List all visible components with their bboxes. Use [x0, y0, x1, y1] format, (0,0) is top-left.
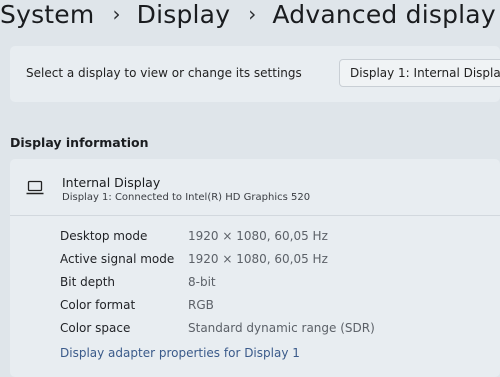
- info-value: 1920 × 1080, 60,05 Hz: [188, 252, 328, 266]
- display-connection: Display 1: Connected to Intel(R) HD Grap…: [62, 192, 311, 203]
- breadcrumb-system[interactable]: System: [0, 0, 94, 29]
- info-key: Bit depth: [60, 275, 116, 289]
- info-key: Color format: [60, 298, 136, 312]
- page-title: Advanced display: [272, 0, 496, 29]
- info-key: Desktop mode: [60, 229, 148, 243]
- chevron-right-icon: ›: [112, 2, 121, 26]
- display-select-label: Select a display to view or change its s…: [26, 66, 302, 80]
- breadcrumb-display[interactable]: Display: [137, 0, 231, 29]
- info-value: Standard dynamic range (SDR): [188, 321, 375, 335]
- display-information-card: Internal Display Display 1: Connected to…: [10, 159, 500, 377]
- display-name: Internal Display: [62, 175, 161, 190]
- section-title-display-information: Display information: [10, 135, 149, 150]
- divider: [10, 215, 500, 216]
- display-select-card: Select a display to view or change its s…: [10, 46, 500, 102]
- info-value: 1920 × 1080, 60,05 Hz: [188, 229, 328, 243]
- breadcrumb: System › Display › Advanced display: [0, 0, 500, 34]
- monitor-icon: [26, 180, 44, 196]
- info-value: 8-bit: [188, 275, 216, 289]
- display-adapter-properties-link[interactable]: Display adapter properties for Display 1: [60, 346, 300, 360]
- display-select-dropdown[interactable]: Display 1: Internal Display: [339, 59, 500, 87]
- info-key: Color space: [60, 321, 131, 335]
- info-key: Active signal mode: [60, 252, 175, 266]
- info-value: RGB: [188, 298, 214, 312]
- chevron-right-icon: ›: [248, 2, 257, 26]
